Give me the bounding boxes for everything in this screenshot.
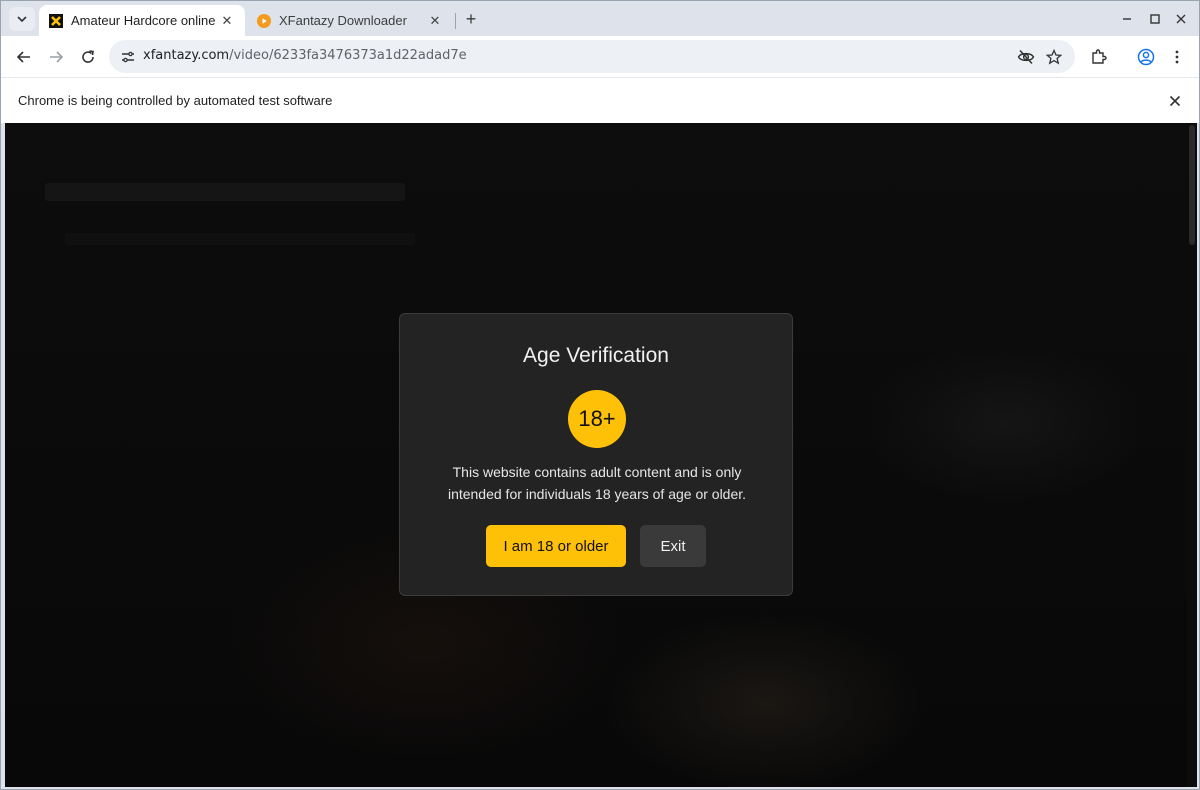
page-viewport: Age Verification 18+ This website contai… bbox=[5, 123, 1197, 787]
url-host: xfantazy.com bbox=[143, 48, 230, 63]
blurred-subheader bbox=[65, 233, 415, 245]
x-logo-icon bbox=[49, 13, 63, 28]
close-icon bbox=[1169, 95, 1181, 107]
arrow-left-icon bbox=[16, 51, 30, 63]
confirm-age-button[interactable]: I am 18 or older bbox=[486, 525, 626, 567]
browser-toolbar: xfantazy.com/video/6233fa3476373a1d22ada… bbox=[1, 36, 1199, 77]
back-button[interactable] bbox=[11, 44, 37, 70]
modal-title: Age Verification bbox=[523, 344, 669, 367]
url-text[interactable]: xfantazy.com/video/6233fa3476373a1d22ada… bbox=[143, 48, 467, 63]
new-tab-button[interactable]: + bbox=[460, 8, 482, 30]
more-vertical-icon bbox=[1175, 50, 1179, 64]
maximize-button[interactable] bbox=[1143, 9, 1167, 29]
arrow-right-icon bbox=[50, 51, 64, 63]
extensions-button[interactable] bbox=[1086, 44, 1112, 70]
modal-message: This website contains adult content and … bbox=[447, 464, 747, 502]
eye-off-icon bbox=[1017, 49, 1035, 65]
tab-search-button[interactable] bbox=[9, 7, 35, 31]
tune-icon bbox=[122, 51, 134, 63]
tab-title: XFantazy Downloader bbox=[279, 13, 407, 28]
tab-active[interactable]: Amateur Hardcore online ✕ bbox=[39, 5, 245, 36]
bookmark-button[interactable] bbox=[1043, 46, 1065, 68]
age-verification-modal: Age Verification 18+ This website contai… bbox=[399, 313, 793, 596]
blurred-header bbox=[45, 183, 405, 201]
automation-infobar: Chrome is being controlled by automated … bbox=[1, 77, 1199, 123]
infobar-message: Chrome is being controlled by automated … bbox=[18, 93, 333, 108]
browser-window: Amateur Hardcore online ✕ XFantazy Downl… bbox=[0, 0, 1200, 790]
scrollbar-thumb[interactable] bbox=[1189, 125, 1195, 245]
forward-button[interactable] bbox=[43, 44, 69, 70]
chevron-down-icon bbox=[17, 16, 27, 23]
tab-inactive[interactable]: XFantazy Downloader ✕ bbox=[247, 5, 453, 36]
tab-strip: Amateur Hardcore online ✕ XFantazy Downl… bbox=[1, 1, 1199, 36]
maximize-icon bbox=[1150, 14, 1160, 24]
menu-button[interactable] bbox=[1164, 44, 1190, 70]
address-bar[interactable]: xfantazy.com/video/6233fa3476373a1d22ada… bbox=[109, 40, 1075, 73]
minimize-icon bbox=[1123, 18, 1131, 20]
tab-separator bbox=[455, 13, 456, 29]
exit-button[interactable]: Exit bbox=[640, 525, 706, 567]
site-info-button[interactable] bbox=[117, 46, 139, 68]
url-path: /video/6233fa3476373a1d22adad7e bbox=[229, 48, 467, 63]
minimize-button[interactable] bbox=[1115, 9, 1139, 29]
tab-title: Amateur Hardcore online bbox=[71, 13, 216, 28]
puzzle-icon bbox=[1092, 49, 1107, 64]
close-icon bbox=[1176, 14, 1186, 24]
star-icon bbox=[1046, 49, 1062, 65]
page-scrollbar[interactable] bbox=[1187, 123, 1197, 787]
tracking-protection-button[interactable] bbox=[1015, 46, 1037, 68]
account-circle-icon bbox=[1137, 48, 1155, 66]
age-badge: 18+ bbox=[568, 390, 626, 448]
reload-icon bbox=[82, 50, 94, 63]
close-window-button[interactable] bbox=[1169, 9, 1193, 29]
profile-button[interactable] bbox=[1133, 44, 1159, 70]
close-tab-icon[interactable]: ✕ bbox=[219, 13, 235, 29]
reload-button[interactable] bbox=[75, 44, 101, 70]
play-circle-icon bbox=[257, 13, 271, 28]
infobar-close-button[interactable] bbox=[1165, 91, 1185, 111]
close-tab-icon[interactable]: ✕ bbox=[427, 13, 443, 29]
